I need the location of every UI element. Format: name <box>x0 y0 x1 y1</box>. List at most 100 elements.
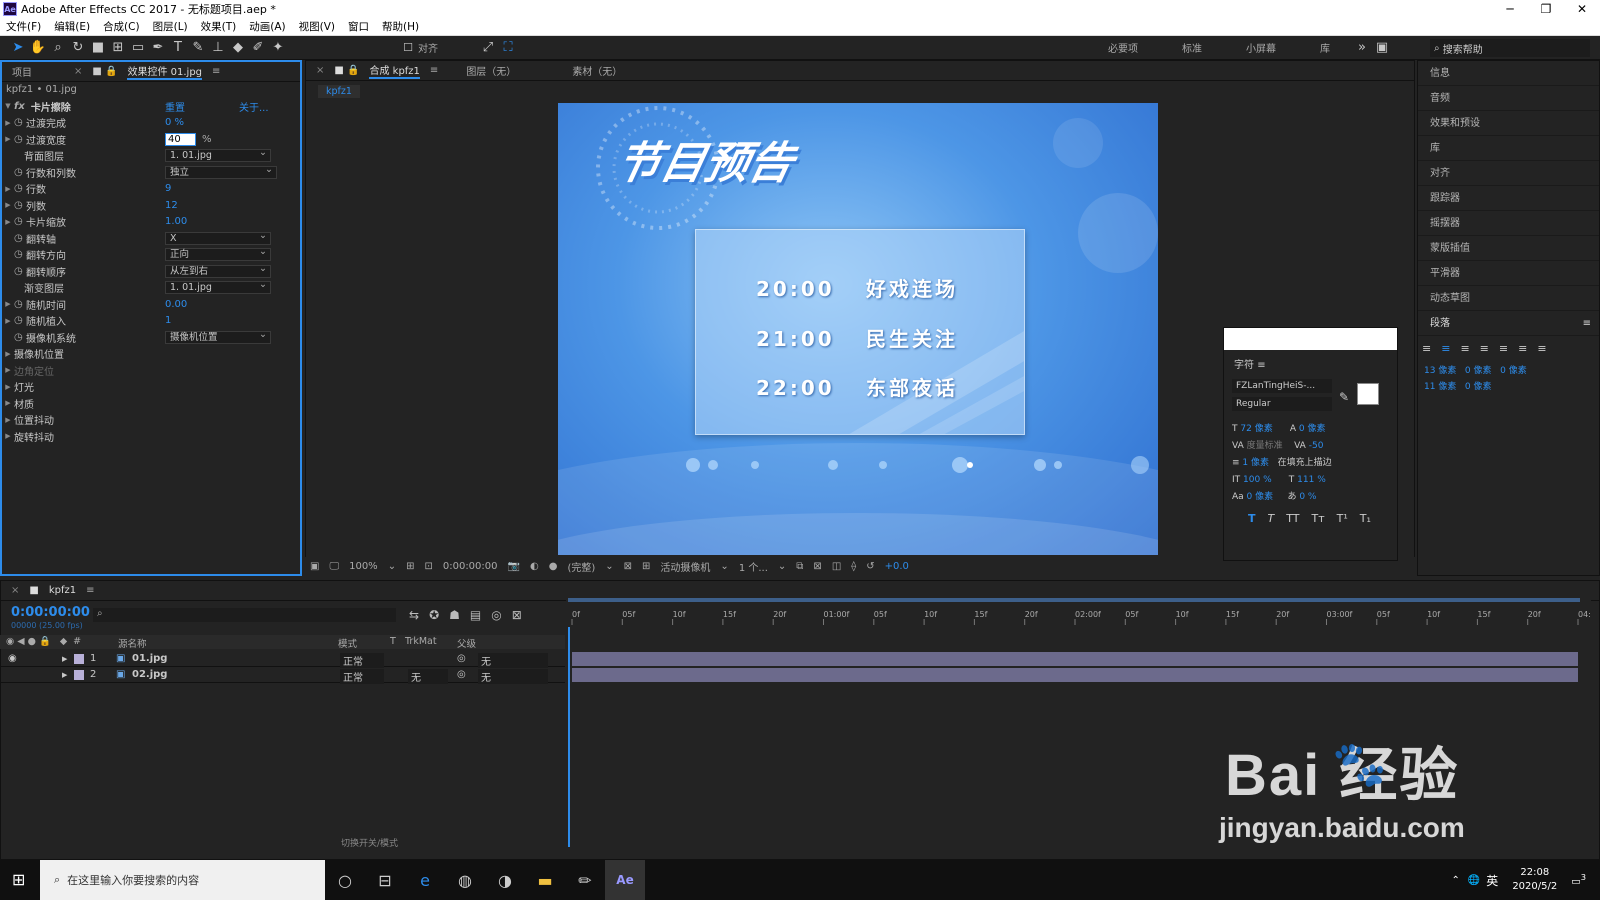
restore-button[interactable]: ❐ <box>1528 0 1564 18</box>
expand-arrow-icon[interactable]: ▼ <box>2 102 14 110</box>
menu-edit[interactable]: 编辑(E) <box>54 19 90 34</box>
eraser-tool-icon[interactable]: ◆ <box>228 38 248 58</box>
indent-left-value[interactable]: 13 像素 <box>1424 366 1456 376</box>
grid-icon[interactable]: ⊡ <box>424 561 432 572</box>
graph-editor-icon[interactable]: ⊠ <box>512 608 522 622</box>
network-icon[interactable]: 🌐 <box>1468 875 1480 886</box>
snap-checkbox[interactable]: ☐ <box>398 38 418 58</box>
about-link[interactable]: 关于... <box>239 99 269 114</box>
menu-composition[interactable]: 合成(C) <box>103 19 140 34</box>
browser-icon[interactable]: ◍ <box>445 860 485 900</box>
panel-item[interactable]: 平滑器 <box>1418 261 1599 286</box>
color-channel-icon[interactable]: ● <box>549 561 558 572</box>
faux-bold-button[interactable]: T <box>1248 512 1256 525</box>
chevron-down-icon[interactable]: ⌄ <box>778 561 786 572</box>
task-view-icon[interactable]: ⊟ <box>365 860 405 900</box>
effect-property-value[interactable]: 1 <box>165 315 171 326</box>
space-after-value[interactable]: 0 像素 <box>1465 382 1492 392</box>
paragraph-panel-header[interactable]: 段落 ≡ <box>1418 311 1599 336</box>
effect-property-dropdown[interactable]: 从左到右 <box>165 263 271 278</box>
snap-option-icon[interactable]: ⤢ <box>478 38 498 58</box>
draft-3d-icon[interactable]: ✪ <box>429 608 439 622</box>
expand-arrow-icon[interactable]: ▶ <box>2 201 14 209</box>
baseline-shift-value[interactable]: 0 像素 <box>1247 492 1274 502</box>
workspace-libraries[interactable]: 库 <box>1320 40 1330 55</box>
panel-item[interactable]: 蒙版插值 <box>1418 236 1599 261</box>
fit-icon[interactable]: ⊞ <box>406 561 414 572</box>
timeline-timecode[interactable]: 0:00:00:00 <box>11 605 90 620</box>
justify-all-icon[interactable]: ≡ <box>1537 342 1546 355</box>
layer-mode-dropdown[interactable]: 正常 <box>340 669 384 684</box>
search-help-input[interactable]: ⌕ 搜索帮助 <box>1430 39 1590 57</box>
tab-timeline-comp[interactable]: kpfz1 <box>49 585 76 596</box>
font-size-value[interactable]: 72 像素 <box>1240 424 1272 434</box>
panel-item[interactable]: 摇摆器 <box>1418 211 1599 236</box>
effect-property-dropdown[interactable]: 独立 <box>165 164 277 179</box>
effect-header[interactable]: ▼ fx 卡片擦除 重置 关于... <box>2 98 300 115</box>
monitor-icon[interactable]: 🖵 <box>329 561 339 572</box>
effect-property-dropdown[interactable]: 正向 <box>165 246 271 262</box>
subscript-button[interactable]: T₁ <box>1360 512 1371 525</box>
panel-item[interactable]: 库 <box>1418 136 1599 161</box>
effect-property-row[interactable]: ▶ ◷ 过渡宽度% 40 <box>2 131 300 148</box>
motion-blur-icon[interactable]: ◎ <box>491 608 501 622</box>
tab-project[interactable]: 项目 <box>12 64 32 79</box>
effect-property-dropdown[interactable]: X <box>165 230 271 245</box>
preview-icon[interactable]: ▣ <box>310 561 319 572</box>
expand-arrow-icon[interactable]: ▶ <box>2 366 14 374</box>
effect-property-dropdown[interactable]: 1. 01.jpg <box>165 147 271 163</box>
tracking-value[interactable]: -50 <box>1309 441 1324 451</box>
more-workspaces-icon[interactable]: » <box>1352 38 1372 58</box>
chevron-down-icon[interactable]: ⌄ <box>605 561 613 572</box>
layer-name[interactable]: 02.jpg <box>132 669 167 680</box>
transparency-grid-icon[interactable]: ⊞ <box>642 561 650 572</box>
effect-property-row[interactable]: ▶ 材质 <box>2 395 300 412</box>
stopwatch-icon[interactable]: ◷ <box>14 332 26 343</box>
effect-property-value[interactable]: 40 <box>165 132 196 146</box>
taskbar-search-input[interactable]: ⌕ 在这里输入你要搜索的内容 <box>40 860 325 900</box>
horizontal-scale-value[interactable]: 111 % <box>1297 475 1326 485</box>
all-caps-button[interactable]: TT <box>1286 512 1299 525</box>
justify-center-icon[interactable]: ≡ <box>1499 342 1508 355</box>
effect-property-row[interactable]: 背面图层 1. 01.jpg <box>2 147 300 165</box>
hand-tool-icon[interactable]: ✋ <box>28 38 48 58</box>
header-mode[interactable]: 模式 <box>338 636 357 650</box>
close-comp-tab-icon[interactable]: × <box>316 65 324 76</box>
stopwatch-icon[interactable]: ◷ <box>14 216 26 227</box>
header-parent[interactable]: 父级 <box>457 636 476 650</box>
layer-mode-dropdown[interactable]: 正常 <box>340 653 384 668</box>
stopwatch-icon[interactable]: ◷ <box>14 249 26 260</box>
expand-arrow-icon[interactable]: ▶ <box>2 119 14 127</box>
layer-duration-bar[interactable] <box>572 652 1578 666</box>
small-caps-button[interactable]: Tт <box>1312 512 1325 525</box>
work-area-bar[interactable] <box>568 598 1580 602</box>
menu-animation[interactable]: 动画(A) <box>249 19 285 34</box>
zoom-tool-icon[interactable]: ⌕ <box>48 38 68 58</box>
zoom-dropdown[interactable]: 100% <box>349 561 378 572</box>
after-effects-taskbar-icon[interactable]: Ae <box>605 860 645 900</box>
effect-property-dropdown[interactable]: 1. 01.jpg <box>165 279 271 295</box>
views-dropdown[interactable]: 1 个... <box>739 559 768 574</box>
tab-footage[interactable]: 素材（无） <box>572 63 622 78</box>
exposure-value[interactable]: +0.0 <box>885 561 909 572</box>
effect-property-value[interactable]: 12 <box>165 200 178 211</box>
expand-arrow-icon[interactable]: ▶ <box>2 185 14 193</box>
effect-property-row[interactable]: ▶ 位置抖动 <box>2 412 300 429</box>
effect-property-row[interactable]: ◷ 翻转方向 正向 <box>2 246 300 264</box>
menu-help[interactable]: 帮助(H) <box>382 19 419 34</box>
effect-property-row[interactable]: ▶ ◷ 列数 12 <box>2 197 300 214</box>
effect-property-row[interactable]: ▶ ◷ 随机植入 1 <box>2 313 300 330</box>
comp-mini-flowchart-icon[interactable]: ⇆ <box>409 608 419 622</box>
panel-menu-icon[interactable]: ≡ <box>1583 311 1591 335</box>
lock-icon[interactable]: ■ 🔒 <box>92 66 117 77</box>
superscript-button[interactable]: T¹ <box>1337 512 1348 525</box>
resolution-dropdown[interactable]: (完整) <box>567 559 595 574</box>
panel-item[interactable]: 动态草图 <box>1418 286 1599 311</box>
stopwatch-icon[interactable]: ◷ <box>14 266 26 277</box>
effect-property-row[interactable]: ◷ 翻转轴 X <box>2 230 300 247</box>
layer-search-input[interactable]: ⌕ <box>93 608 396 622</box>
comp-tab-icons[interactable]: ■ 🔒 <box>334 65 359 76</box>
comp-breadcrumb[interactable]: kpfz1 <box>318 85 360 98</box>
composition-viewer[interactable]: 节目预告 20:00 好戏连场 21:00 民生关注 22:00 东部夜话 <box>558 103 1158 555</box>
layer-name[interactable]: 01.jpg <box>132 653 167 664</box>
